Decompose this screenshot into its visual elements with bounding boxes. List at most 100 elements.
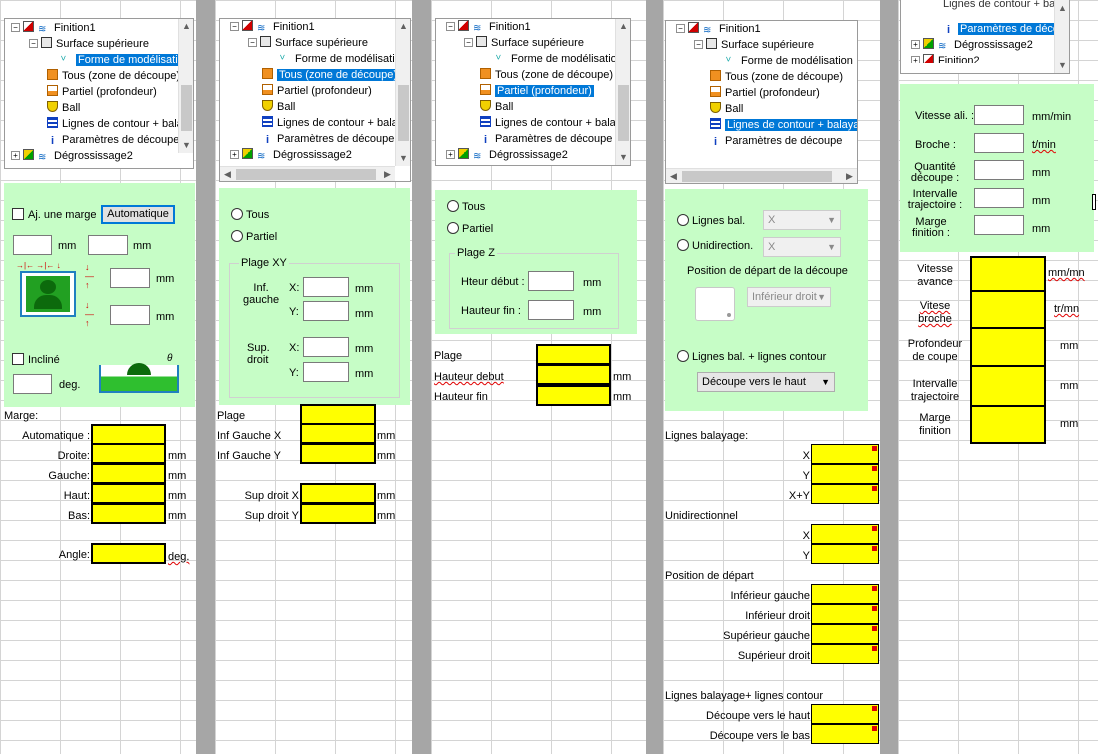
tree-view[interactable]: Lignes de contour + balay· i Paramètres d… xyxy=(900,0,1070,74)
hdebut-input[interactable] xyxy=(528,271,574,291)
tree-node-tous[interactable]: Tous (zone de découpe) xyxy=(47,69,180,84)
cell-sup-y[interactable] xyxy=(300,503,376,524)
start-position-dropdown[interactable]: Inférieur droit ▼ xyxy=(747,287,831,307)
lignes-bal-dropdown[interactable]: X ▼ xyxy=(763,210,841,230)
cell-pos-inf-gauche[interactable] xyxy=(811,584,879,604)
scroll-up-icon[interactable]: ▲ xyxy=(179,19,193,34)
cell-uni-x[interactable] xyxy=(811,524,879,544)
margin-input-4[interactable] xyxy=(110,305,150,325)
inf-y-input[interactable] xyxy=(303,301,349,321)
hfin-input[interactable] xyxy=(528,300,574,320)
cell-pos-sup-gauche[interactable] xyxy=(811,624,879,644)
marge-input[interactable] xyxy=(974,215,1024,235)
cell-haut[interactable] xyxy=(91,483,166,504)
horizontal-scrollbar[interactable]: ◀ ▶ xyxy=(666,168,857,183)
tree-node-surface[interactable]: − Surface supérieure xyxy=(29,37,149,52)
cell-intervalle[interactable] xyxy=(970,365,1046,407)
scan-lines-icon xyxy=(710,118,721,129)
tree-view[interactable]: − ≋ Finition1 − Surface supérieure ⱽ Forme d… xyxy=(4,18,194,169)
cell-plage[interactable] xyxy=(536,344,611,365)
inclined-checkbox[interactable]: Incliné xyxy=(12,353,60,366)
finish-icon xyxy=(23,21,34,32)
cell-sup-x[interactable] xyxy=(300,483,376,504)
tree-node-degro[interactable]: + ≋ Dégrossissage2 xyxy=(11,149,133,164)
cell-droite[interactable] xyxy=(91,443,166,464)
ball-tool-icon xyxy=(262,100,273,111)
cell-broche[interactable] xyxy=(970,290,1046,329)
tree-node-finition1[interactable]: − ≋ Finition1 xyxy=(11,21,96,36)
radio-tous[interactable]: Tous xyxy=(447,200,485,213)
collapse-icon[interactable]: − xyxy=(11,23,20,32)
tree-node-partiel[interactable]: Partiel (profondeur) xyxy=(47,85,157,100)
model-icon: ⱽ xyxy=(61,55,66,67)
vertical-scrollbar[interactable]: ▲ ▼ xyxy=(395,19,410,166)
rough-icon xyxy=(23,149,34,160)
inf-x-input[interactable] xyxy=(303,277,349,297)
arrow-icon: ↓ — ↑ xyxy=(85,300,94,328)
vertical-scrollbar[interactable]: ▲ ▼ xyxy=(178,19,193,153)
cell-decoupe-bas[interactable] xyxy=(811,724,879,744)
sup-x-input[interactable] xyxy=(303,337,349,357)
tree-node-ball[interactable]: Ball xyxy=(47,101,80,116)
chevron-down-icon: ▼ xyxy=(827,242,836,252)
expand-icon[interactable]: + xyxy=(11,151,20,160)
radio-partiel[interactable]: Partiel xyxy=(231,230,277,243)
panel-4: − ≋ Finition1 − Surface supérieure ⱽ Forme d… xyxy=(663,0,880,754)
tree-node-lignes[interactable]: Lignes de contour + balay· xyxy=(47,117,192,132)
horizontal-scrollbar[interactable]: ◀ ▶ xyxy=(220,166,395,181)
vertical-scrollbar[interactable]: ▲ ▼ xyxy=(1054,0,1069,73)
unidir-dropdown[interactable]: X ▼ xyxy=(763,237,841,257)
cell-decoupe-haut[interactable] xyxy=(811,704,879,724)
cell-marge[interactable] xyxy=(970,405,1046,444)
radio-tous[interactable]: Tous xyxy=(231,208,269,221)
cell-auto[interactable] xyxy=(91,424,166,445)
scroll-down-icon[interactable]: ▼ xyxy=(179,138,193,153)
cell-angle[interactable] xyxy=(91,543,166,564)
margin-input-2[interactable] xyxy=(88,235,128,255)
radio-lignes-bal-contour[interactable]: Lignes bal. + lignes contour xyxy=(677,350,826,363)
cell-pos-inf-droit[interactable] xyxy=(811,604,879,624)
cell-gauche[interactable] xyxy=(91,463,166,484)
cell-inf-y[interactable] xyxy=(300,443,376,464)
cell-hfin[interactable] xyxy=(536,385,611,406)
cell-pos-sup-droit[interactable] xyxy=(811,644,879,664)
tree-view[interactable]: − ≋ Finition1 − Surface supérieure ⱽ Forme d… xyxy=(435,18,631,166)
cell-uni-y[interactable] xyxy=(811,544,879,564)
tree-view[interactable]: − ≋ Finition1 − Surface supérieure ⱽ Forme d… xyxy=(665,20,858,184)
collapse-icon[interactable]: − xyxy=(29,39,38,48)
tree-node-forme[interactable]: ⱽ Forme de modélisation xyxy=(61,53,192,68)
tree-node-params[interactable]: i Paramètres de découpe xyxy=(47,133,179,148)
settings-area: Vitesse ali. : mm/min Broche : t/min Qua… xyxy=(900,84,1094,252)
cell-profondeur[interactable] xyxy=(970,327,1046,367)
tree-view[interactable]: − ≋ Finition1 − Surface supérieure ⱽ Forme d… xyxy=(219,18,411,182)
model-icon: ⱽ xyxy=(496,54,501,66)
direction-dropdown[interactable]: Découpe vers le haut ▼ xyxy=(697,372,835,392)
tool-icon: ≋ xyxy=(38,152,47,163)
radio-lignes-bal[interactable]: Lignes bal. xyxy=(677,214,745,227)
cube-icon xyxy=(706,38,717,49)
radio-partiel[interactable]: Partiel xyxy=(447,222,493,235)
model-icon: ⱽ xyxy=(280,54,285,66)
angle-input[interactable] xyxy=(13,374,52,394)
vitesse-input[interactable] xyxy=(974,105,1024,125)
cell-lb-x[interactable] xyxy=(811,444,879,464)
tool-icon: ≋ xyxy=(257,23,266,34)
sup-y-input[interactable] xyxy=(303,362,349,382)
add-margin-checkbox[interactable]: Aj. une marge xyxy=(12,208,96,221)
quantite-input[interactable] xyxy=(974,160,1024,180)
intervalle-input[interactable] xyxy=(974,188,1024,208)
settings-area: Lignes bal. X ▼ Unidirection. X ▼ Position… xyxy=(665,189,868,411)
margin-input-3[interactable] xyxy=(110,268,150,288)
auto-button[interactable]: Automatique xyxy=(101,205,175,224)
cell-inf-x[interactable] xyxy=(300,423,376,444)
cell-vitesse[interactable] xyxy=(970,256,1046,292)
margin-input-1[interactable] xyxy=(13,235,52,255)
radio-unidirection[interactable]: Unidirection. xyxy=(677,239,753,252)
cell-bas[interactable] xyxy=(91,503,166,524)
cell-lb-xy[interactable] xyxy=(811,484,879,504)
cell-lb-y[interactable] xyxy=(811,464,879,484)
cell-plage[interactable] xyxy=(300,404,376,425)
cell-hdebut[interactable] xyxy=(536,364,611,385)
vertical-scrollbar[interactable]: ▲ ▼ xyxy=(615,19,630,165)
broche-input[interactable] xyxy=(974,133,1024,153)
